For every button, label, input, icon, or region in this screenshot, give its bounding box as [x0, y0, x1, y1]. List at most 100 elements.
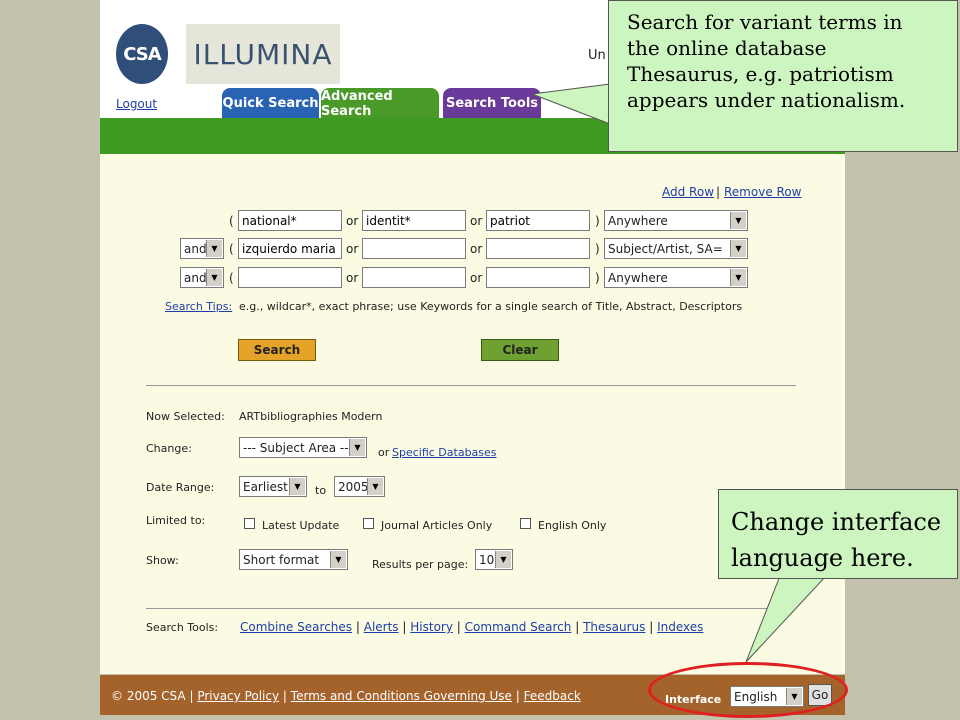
separator: | — [282, 689, 287, 703]
operator-value: and — [184, 270, 207, 285]
chevron-down-icon: ▼ — [495, 551, 511, 568]
operator-select-3[interactable]: and ▼ — [180, 267, 224, 288]
term-input-1-1[interactable] — [238, 210, 342, 231]
journal-articles-label: Journal Articles Only — [381, 519, 493, 532]
chevron-down-icon: ▼ — [330, 551, 346, 568]
term-input-1-3[interactable] — [486, 210, 590, 231]
term-input-2-3[interactable] — [486, 238, 590, 259]
language-callout: Change interface language here. — [718, 489, 958, 579]
operator-value: and — [184, 241, 207, 256]
field-select-value: Subject/Artist, SA= — [608, 241, 723, 256]
term-input-3-1[interactable] — [238, 267, 342, 288]
or-label: or — [346, 242, 359, 256]
operator-select-2[interactable]: and ▼ — [180, 238, 224, 259]
callout1-pointer — [531, 83, 611, 125]
illumina-logo: ILLUMINA — [186, 24, 340, 84]
date-to-select[interactable]: 2005 ▼ — [334, 476, 385, 497]
close-paren: ) — [595, 214, 600, 228]
or-label: or — [470, 271, 483, 285]
command-search-link[interactable]: Command Search — [465, 620, 572, 634]
term-input-3-2[interactable] — [362, 267, 466, 288]
subject-area-value: --- Subject Area --- — [243, 440, 353, 455]
show-format-value: Short format — [243, 552, 320, 567]
remove-row-link[interactable]: Remove Row — [724, 185, 801, 199]
field-select-value: Anywhere — [608, 270, 668, 285]
chevron-down-icon: ▼ — [206, 269, 222, 286]
alerts-link[interactable]: Alerts — [364, 620, 399, 634]
latest-update-checkbox[interactable] — [244, 518, 255, 529]
callout-line: the online database — [627, 36, 827, 60]
separator: | — [575, 620, 580, 634]
english-only-checkbox[interactable] — [520, 518, 531, 529]
show-format-select[interactable]: Short format ▼ — [239, 549, 348, 570]
results-per-page-value: 10 — [479, 552, 495, 567]
journal-articles-checkbox[interactable] — [363, 518, 374, 529]
privacy-policy-link[interactable]: Privacy Policy — [197, 689, 279, 703]
thesaurus-link[interactable]: Thesaurus — [583, 620, 645, 634]
callout-line: Change interface — [731, 508, 942, 536]
date-from-value: Earliest — [243, 479, 288, 494]
callout2-pointer — [745, 575, 828, 663]
tab-quick-search[interactable]: Quick Search — [222, 88, 319, 118]
latest-update-label: Latest Update — [262, 519, 340, 532]
open-paren: ( — [229, 271, 234, 285]
chevron-down-icon: ▼ — [367, 478, 383, 495]
or-label: or — [470, 242, 483, 256]
field-select-1[interactable]: Anywhere ▼ — [604, 210, 748, 231]
or-label: or — [470, 214, 483, 228]
term-input-2-1[interactable] — [238, 238, 342, 259]
divider — [146, 608, 796, 609]
or-label: or — [378, 446, 390, 459]
or-label: or — [346, 214, 359, 228]
english-only-label: English Only — [538, 519, 607, 532]
logout-link[interactable]: Logout — [116, 97, 157, 111]
terms-link[interactable]: Terms and Conditions Governing Use — [291, 689, 512, 703]
chevron-down-icon: ▼ — [730, 212, 746, 229]
chevron-down-icon: ▼ — [349, 439, 365, 456]
callout-line: language here. — [731, 544, 914, 572]
chevron-down-icon: ▼ — [289, 478, 305, 495]
limited-to-label: Limited to: — [146, 514, 206, 527]
chevron-down-icon: ▼ — [730, 240, 746, 257]
date-range-label: Date Range: — [146, 481, 215, 494]
close-paren: ) — [595, 271, 600, 285]
close-paren: ) — [595, 242, 600, 256]
callout-line: Search for variant terms in — [627, 10, 903, 34]
clear-button[interactable]: Clear — [481, 339, 559, 361]
search-button[interactable]: Search — [238, 339, 316, 361]
combine-searches-link[interactable]: Combine Searches — [240, 620, 352, 634]
specific-databases-link[interactable]: Specific Databases — [392, 446, 497, 459]
footer-links: © 2005 CSA | Privacy Policy | Terms and … — [111, 689, 581, 703]
show-label: Show: — [146, 554, 179, 567]
separator: | — [649, 620, 654, 634]
feedback-link[interactable]: Feedback — [524, 689, 581, 703]
csa-logo: CSA — [116, 24, 168, 84]
tab-search-tools[interactable]: Search Tools — [443, 88, 541, 118]
add-row-link[interactable]: Add Row — [662, 185, 714, 199]
field-select-2[interactable]: Subject/Artist, SA= ▼ — [604, 238, 748, 259]
search-tools-links: Combine Searches | Alerts | History | Co… — [240, 620, 703, 634]
callout-line: appears under nationalism. — [627, 88, 906, 112]
field-select-3[interactable]: Anywhere ▼ — [604, 267, 748, 288]
search-tips-text: e.g., wildcar*, exact phrase; use Keywor… — [239, 300, 743, 313]
term-input-3-3[interactable] — [486, 267, 590, 288]
or-label: or — [346, 271, 359, 285]
search-tools-label: Search Tools: — [146, 621, 219, 634]
thesaurus-callout: Search for variant terms in the online d… — [608, 0, 958, 152]
copyright: © 2005 CSA — [111, 689, 186, 703]
header-partial-text: Un — [588, 48, 606, 63]
open-paren: ( — [229, 214, 234, 228]
field-select-value: Anywhere — [608, 213, 668, 228]
results-per-page-select[interactable]: 10 ▼ — [475, 549, 513, 570]
history-link[interactable]: History — [410, 620, 453, 634]
term-input-1-2[interactable] — [362, 210, 466, 231]
date-from-select[interactable]: Earliest ▼ — [239, 476, 307, 497]
term-input-2-2[interactable] — [362, 238, 466, 259]
open-paren: ( — [229, 242, 234, 256]
search-tips-link[interactable]: Search Tips: — [165, 300, 232, 313]
subject-area-select[interactable]: --- Subject Area --- ▼ — [239, 437, 367, 458]
indexes-link[interactable]: Indexes — [657, 620, 703, 634]
separator: | — [355, 620, 360, 634]
tab-advanced-search[interactable]: Advanced Search — [321, 88, 439, 120]
separator: | — [716, 185, 721, 199]
